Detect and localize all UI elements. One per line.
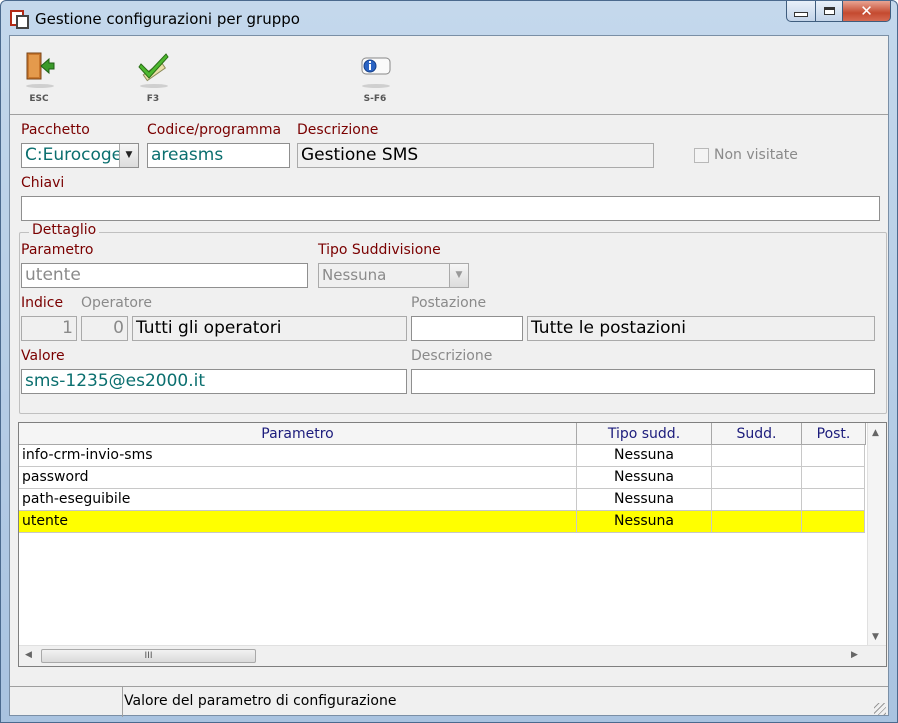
tipo-suddivisione-label: Tipo Suddivisione bbox=[318, 242, 441, 258]
status-segment bbox=[10, 687, 123, 717]
valore-input[interactable]: sms-1235@es2000.it bbox=[21, 369, 407, 394]
cell-tipo: Nessuna bbox=[577, 511, 712, 533]
parametro-label: Parametro bbox=[21, 242, 94, 258]
valore-descrizione-label: Descrizione bbox=[411, 348, 493, 364]
pacchetto-label: Pacchetto bbox=[21, 122, 90, 138]
descrizione-field: Gestione SMS bbox=[297, 143, 654, 168]
indice-label: Indice bbox=[21, 295, 64, 311]
chiavi-input[interactable] bbox=[21, 196, 880, 221]
cell-parametro: info-crm-invio-sms bbox=[19, 445, 577, 467]
esc-button[interactable]: ESC bbox=[14, 46, 64, 106]
indice-field[interactable]: 1 bbox=[21, 316, 77, 341]
toolbar: ESC F3 S-F6 bbox=[10, 36, 888, 115]
parametro-field[interactable]: utente bbox=[21, 263, 308, 288]
cell-sudd bbox=[712, 467, 802, 489]
scroll-down-icon[interactable]: ▼ bbox=[872, 632, 879, 642]
cell-tipo: Nessuna bbox=[577, 467, 712, 489]
title-bar[interactable]: Gestione configurazioni per gruppo ✕ bbox=[1, 1, 897, 35]
table-row[interactable]: password Nessuna bbox=[19, 467, 865, 489]
operatore-label: Operatore bbox=[81, 295, 152, 311]
status-text: Valore del parametro di configurazione bbox=[124, 693, 397, 709]
column-header-parametro[interactable]: Parametro bbox=[19, 423, 577, 445]
cell-sudd bbox=[712, 511, 802, 533]
postazione-label: Postazione bbox=[411, 295, 487, 311]
maximize-icon bbox=[823, 7, 835, 15]
cell-post bbox=[802, 489, 865, 511]
cell-post bbox=[802, 445, 865, 467]
pacchetto-value: C:Eurocoge bbox=[25, 145, 123, 165]
column-header-post[interactable]: Post. bbox=[802, 423, 866, 445]
confirm-check-icon bbox=[138, 53, 169, 82]
info-icon bbox=[361, 57, 391, 75]
column-header-sudd[interactable]: Sudd. bbox=[712, 423, 802, 445]
tipo-suddivisione-value: Nessuna bbox=[322, 266, 387, 284]
vertical-scrollbar[interactable]: ▲ ▼ bbox=[867, 423, 886, 646]
postazione-input[interactable] bbox=[411, 316, 523, 341]
codice-label: Codice/programma bbox=[147, 122, 282, 138]
cell-sudd bbox=[712, 445, 802, 467]
table-row[interactable]: path-eseguibile Nessuna bbox=[19, 489, 865, 511]
application-window: Gestione configurazioni per gruppo ✕ ESC bbox=[0, 0, 898, 723]
cell-sudd bbox=[712, 489, 802, 511]
window-title: Gestione configurazioni per gruppo bbox=[35, 10, 300, 28]
esc-key-label: ESC bbox=[29, 94, 49, 104]
table-row[interactable]: info-crm-invio-sms Nessuna bbox=[19, 445, 865, 467]
f3-key-label: F3 bbox=[146, 94, 160, 104]
non-visitate-label: Non visitate bbox=[714, 147, 798, 163]
exit-door-icon bbox=[26, 52, 55, 80]
chevron-down-icon[interactable]: ▼ bbox=[449, 264, 468, 287]
client-area: ESC F3 S-F6 Pacchetto Codice/programma D… bbox=[9, 35, 889, 717]
codice-input[interactable]: areasms bbox=[147, 143, 290, 168]
column-header-tipo[interactable]: Tipo sudd. bbox=[577, 423, 712, 445]
cell-post bbox=[802, 511, 865, 533]
close-button[interactable]: ✕ bbox=[843, 1, 891, 22]
scroll-up-icon[interactable]: ▲ bbox=[872, 428, 879, 438]
cell-parametro: utente bbox=[19, 511, 577, 533]
chevron-down-icon[interactable]: ▼ bbox=[119, 144, 138, 167]
chiavi-label: Chiavi bbox=[21, 175, 65, 191]
dettaglio-title: Dettaglio bbox=[29, 222, 100, 238]
maximize-button[interactable] bbox=[816, 1, 843, 22]
resize-grip-icon[interactable] bbox=[874, 703, 886, 715]
sf6-button[interactable]: S-F6 bbox=[350, 46, 400, 106]
postazione-desc: Tutte le postazioni bbox=[527, 316, 875, 341]
cell-tipo: Nessuna bbox=[577, 445, 712, 467]
scroll-right-icon[interactable]: ▶ bbox=[851, 650, 858, 660]
sf6-key-label: S-F6 bbox=[363, 94, 387, 104]
app-icon[interactable] bbox=[10, 10, 29, 29]
cell-tipo: Nessuna bbox=[577, 489, 712, 511]
table-row-selected[interactable]: utente Nessuna bbox=[19, 511, 865, 533]
operatore-desc: Tutti gli operatori bbox=[132, 316, 407, 341]
minimize-icon bbox=[794, 11, 808, 17]
valore-label: Valore bbox=[21, 348, 65, 364]
cell-post bbox=[802, 467, 865, 489]
status-bar: Valore del parametro di configurazione bbox=[10, 686, 888, 717]
scroll-thumb[interactable]: III bbox=[41, 649, 256, 663]
horizontal-scrollbar[interactable]: ◀ III ▶ bbox=[19, 645, 886, 666]
non-visitate-checkbox[interactable] bbox=[694, 148, 709, 163]
pacchetto-select[interactable]: C:Eurocoge ▼ bbox=[21, 143, 139, 168]
cell-parametro: path-eseguibile bbox=[19, 489, 577, 511]
close-icon: ✕ bbox=[860, 1, 873, 20]
parametri-grid[interactable]: Parametro Tipo sudd. Sudd. Post. info-cr… bbox=[18, 422, 887, 667]
descrizione-label: Descrizione bbox=[297, 122, 379, 138]
cell-parametro: password bbox=[19, 467, 577, 489]
valore-descrizione-input[interactable] bbox=[411, 369, 875, 394]
minimize-button[interactable] bbox=[786, 1, 816, 22]
form-panel: Pacchetto Codice/programma Descrizione C… bbox=[12, 116, 887, 696]
tipo-suddivisione-select[interactable]: Nessuna ▼ bbox=[318, 263, 469, 288]
operatore-field[interactable]: 0 bbox=[81, 316, 128, 341]
scroll-left-icon[interactable]: ◀ bbox=[25, 650, 32, 660]
f3-button[interactable]: F3 bbox=[128, 46, 178, 106]
